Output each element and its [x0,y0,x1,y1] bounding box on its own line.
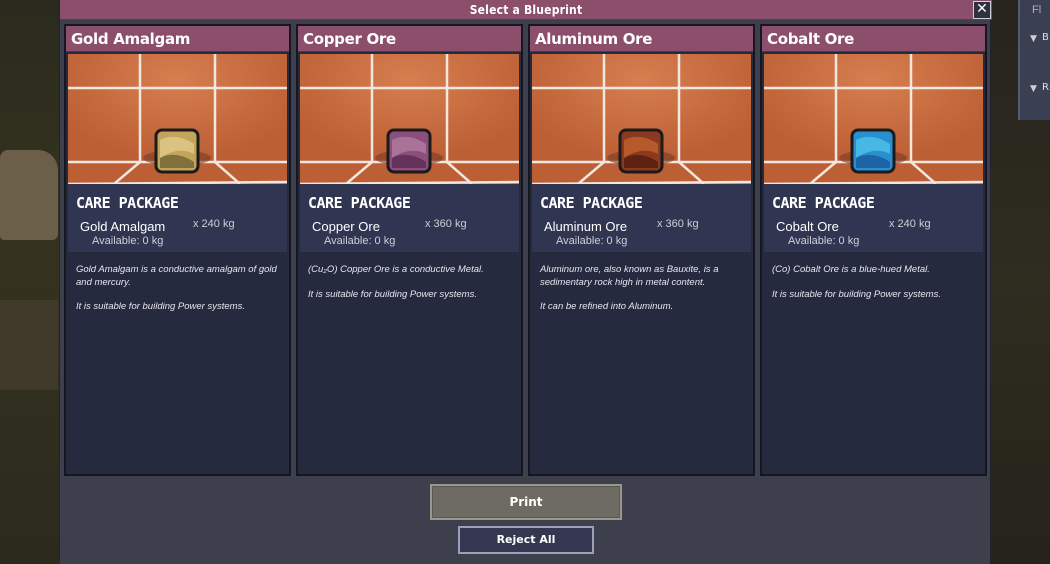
chevron-down-icon[interactable]: ▼ [1030,84,1037,94]
item-preview [300,54,519,184]
ore-swatch [386,128,432,174]
description-line: It is suitable for building Power system… [76,301,245,312]
card-header: Gold Amalgam [66,26,289,52]
ore-swatch [618,128,664,174]
care-package-label: CARE PACKAGE [540,194,643,212]
chevron-down-icon[interactable]: ▼ [1030,34,1037,44]
item-preview [532,54,751,184]
blueprint-card[interactable]: Aluminum Ore CARE PACKAGE Aluminum Ore x… [528,24,755,476]
dialog-title-bar: Select a Blueprint ✕ [60,0,992,20]
item-available: Available: 0 kg [788,235,860,247]
side-panel-item[interactable]: B [1042,32,1049,43]
reject-all-button[interactable]: Reject All [458,526,594,554]
item-description: Gold Amalgam is a conductive amalgam of … [76,264,281,326]
ore-swatch [850,128,896,174]
item-quantity: x 240 kg [193,218,235,230]
item-available: Available: 0 kg [92,235,164,247]
card-title: Gold Amalgam [71,30,191,48]
item-name: Aluminum Ore [544,219,628,234]
card-header: Aluminum Ore [530,26,753,52]
ore-swatch [154,128,200,174]
item-name: Copper Ore [312,219,380,234]
item-name: Gold Amalgam [80,219,166,234]
care-package-label: CARE PACKAGE [308,194,411,212]
care-package-label: CARE PACKAGE [772,194,875,212]
description-line: It is suitable for building Power system… [308,288,477,300]
card-header: Copper Ore [298,26,521,52]
card-title: Copper Ore [303,30,396,48]
description-line: It can be refined into Aluminum. [540,301,674,312]
item-quantity: x 240 kg [889,218,931,230]
item-name: Cobalt Ore [776,219,839,234]
item-preview [764,54,983,184]
description-line: (Cu₂O) Copper Ore is a conductive Metal. [308,264,484,275]
card-title: Aluminum Ore [535,30,653,48]
blueprint-dialog: Select a Blueprint ✕ Gold Amalgam CARE P… [59,0,992,564]
care-package-info: CARE PACKAGE Aluminum Ore x 360 kg Avail… [532,184,751,252]
background-structure [0,300,58,390]
close-icon[interactable]: ✕ [973,1,991,19]
blueprint-card[interactable]: Gold Amalgam CARE PACKAGE Gold Amalgam x… [64,24,291,476]
item-preview [68,54,287,184]
card-title: Cobalt Ore [767,30,855,48]
dialog-title: Select a Blueprint [469,3,583,17]
item-description: (Cu₂O) Copper Ore is a conductive Metal.… [308,264,513,313]
description-line: It is suitable for building Power system… [772,288,941,300]
item-description: (Co) Cobalt Ore is a blue-hued Metal. It… [772,264,977,313]
card-header: Cobalt Ore [762,26,985,52]
care-package-info: CARE PACKAGE Copper Ore x 360 kg Availab… [300,184,519,252]
description-line: (Co) Cobalt Ore is a blue-hued Metal. [772,264,930,275]
care-package-label: CARE PACKAGE [76,194,179,212]
description-line: Gold Amalgam is a conductive amalgam of … [76,264,277,288]
blueprint-card[interactable]: Cobalt Ore CARE PACKAGE Cobalt Ore x 240… [760,24,987,476]
item-available: Available: 0 kg [556,235,628,247]
side-panel-label: Fl [1032,4,1042,16]
print-button[interactable]: Print [430,484,622,520]
item-available: Available: 0 kg [324,235,396,247]
background-scene-left [0,0,60,564]
item-quantity: x 360 kg [425,218,467,230]
blueprint-card[interactable]: Copper Ore CARE PACKAGE Copper Ore x 360… [296,24,523,476]
care-package-info: CARE PACKAGE Cobalt Ore x 240 kg Availab… [764,184,983,252]
background-structure [0,150,58,240]
item-description: Aluminum ore, also known as Bauxite, is … [540,264,745,326]
description-line: Aluminum ore, also known as Bauxite, is … [540,264,719,288]
side-panel-item[interactable]: Ri [1042,82,1050,93]
care-package-info: CARE PACKAGE Gold Amalgam x 240 kg Avail… [68,184,287,252]
side-panel[interactable] [1018,0,1050,120]
item-quantity: x 360 kg [657,218,699,230]
